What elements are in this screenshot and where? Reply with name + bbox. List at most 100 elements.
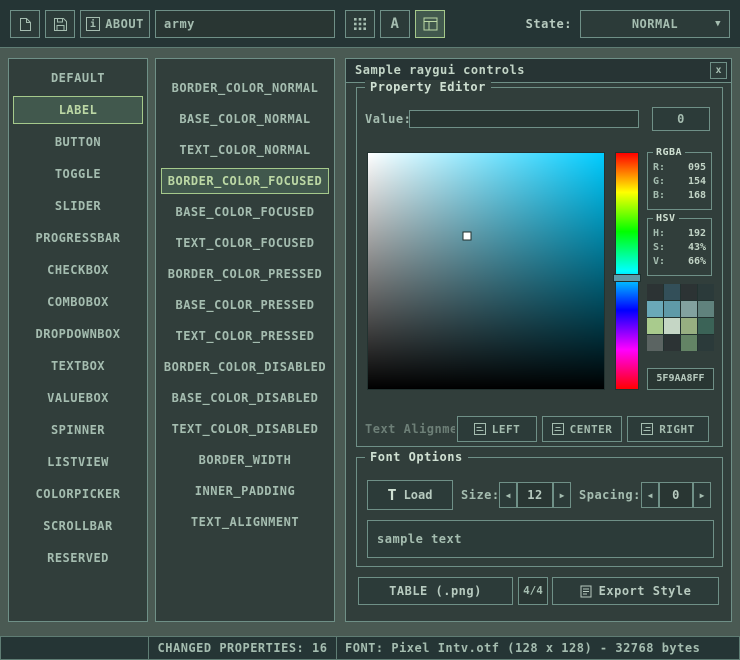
palette-swatch[interactable] [681, 318, 697, 334]
palette-swatch[interactable] [698, 301, 714, 317]
property-value-box[interactable]: 0 [652, 107, 710, 131]
export-style-label: Export Style [599, 584, 692, 598]
control-item-selected[interactable]: LABEL [13, 96, 143, 124]
palette-swatch[interactable] [664, 335, 680, 351]
control-item[interactable]: RESERVED [13, 544, 143, 572]
control-item[interactable]: VALUEBOX [13, 384, 143, 412]
control-item[interactable]: COMBOBOX [13, 288, 143, 316]
control-item[interactable]: CHECKBOX [13, 256, 143, 284]
color-saturation-value-panel[interactable] [367, 152, 605, 390]
new-style-button[interactable] [10, 10, 40, 38]
hsv-group: HSV H:192 S:43% V:66% [647, 218, 712, 276]
property-item[interactable]: BORDER_WIDTH [161, 447, 329, 473]
font-view-button[interactable]: A [380, 10, 410, 38]
control-item[interactable]: SLIDER [13, 192, 143, 220]
palette-swatch[interactable] [647, 284, 663, 300]
property-item[interactable]: BASE_COLOR_PRESSED [161, 292, 329, 318]
rgba-blue-row: B:168 [648, 189, 711, 203]
font-load-button[interactable]: T Load [367, 480, 453, 510]
size-increase-button[interactable]: ▶ [553, 482, 571, 508]
export-table-button[interactable]: TABLE (.png) [358, 577, 513, 605]
property-item[interactable]: BASE_COLOR_FOCUSED [161, 199, 329, 225]
color-picker-cursor[interactable] [464, 232, 471, 239]
property-item-selected[interactable]: BORDER_COLOR_FOCUSED [161, 168, 329, 194]
close-button[interactable]: x [710, 62, 727, 79]
rgba-group: RGBA R:095 G:154 B:168 [647, 152, 712, 210]
align-left-button[interactable]: LEFT [457, 416, 537, 442]
property-item[interactable]: BORDER_COLOR_DISABLED [161, 354, 329, 380]
rgba-label: RGBA [653, 146, 685, 160]
property-item[interactable]: INNER_PADDING [161, 478, 329, 504]
align-center-button[interactable]: CENTER [542, 416, 622, 442]
statusbar-font-info: FONT: Pixel Intv.otf (128 x 128) - 32768… [336, 636, 740, 660]
property-item[interactable]: BASE_COLOR_NORMAL [161, 106, 329, 132]
palette-swatch[interactable] [698, 284, 714, 300]
control-item[interactable]: LISTVIEW [13, 448, 143, 476]
size-value-box[interactable]: 12 [517, 482, 553, 508]
hsv-hue-row: H:192 [648, 227, 711, 241]
property-item[interactable]: BORDER_COLOR_PRESSED [161, 261, 329, 287]
align-left-icon [474, 423, 486, 435]
save-style-button[interactable] [45, 10, 75, 38]
hue-slider[interactable] [615, 152, 639, 390]
control-item[interactable]: BUTTON [13, 128, 143, 156]
property-item[interactable]: TEXT_COLOR_NORMAL [161, 137, 329, 163]
window-title: Sample raygui controls [355, 63, 525, 77]
size-decrease-button[interactable]: ◀ [499, 482, 517, 508]
property-item[interactable]: TEXT_COLOR_PRESSED [161, 323, 329, 349]
palette-swatch[interactable] [647, 301, 663, 317]
control-item[interactable]: COLORPICKER [13, 480, 143, 508]
hsv-label: HSV [653, 212, 679, 226]
palette-swatch[interactable] [664, 284, 680, 300]
sample-controls-window: Sample raygui controls x Property Editor… [345, 58, 732, 622]
spacing-increase-button[interactable]: ▶ [693, 482, 711, 508]
control-item[interactable]: PROGRESSBAR [13, 224, 143, 252]
palette-swatch[interactable] [681, 301, 697, 317]
align-right-button[interactable]: RIGHT [627, 416, 709, 442]
property-item[interactable]: TEXT_ALIGNMENT [161, 509, 329, 535]
palette-swatch[interactable] [698, 318, 714, 334]
property-item[interactable]: TEXT_COLOR_DISABLED [161, 416, 329, 442]
palette-swatch[interactable] [647, 335, 663, 351]
toolbar: i ABOUT A State: NORMAL ▼ [0, 0, 740, 48]
size-label: Size: [461, 480, 500, 510]
palette-swatch[interactable] [664, 318, 680, 334]
align-center-label: CENTER [570, 423, 613, 436]
palette-swatch[interactable] [681, 335, 697, 351]
hue-slider-handle[interactable] [613, 274, 641, 282]
style-name-input[interactable] [155, 10, 335, 38]
style-table-button[interactable] [415, 10, 445, 38]
spacing-decrease-button[interactable]: ◀ [641, 482, 659, 508]
sample-text-box[interactable]: sample text [367, 520, 714, 558]
style-table-icon [423, 17, 438, 31]
control-item[interactable]: TOGGLE [13, 160, 143, 188]
control-item[interactable]: DROPDOWNBOX [13, 320, 143, 348]
rgba-red-row: R:095 [648, 161, 711, 175]
state-dropdown[interactable]: NORMAL ▼ [580, 10, 730, 38]
style-color-palette [647, 284, 714, 351]
control-item[interactable]: DEFAULT [13, 64, 143, 92]
value-label: Value: [365, 110, 411, 128]
palette-swatch[interactable] [681, 284, 697, 300]
export-style-button[interactable]: Export Style [552, 577, 719, 605]
property-editor-group: Property Editor Value: 0 RGBA R:095 G:15… [356, 87, 723, 447]
property-value-input[interactable] [409, 110, 639, 128]
grid-icon [353, 17, 367, 31]
spacing-value-box[interactable]: 0 [659, 482, 693, 508]
info-icon: i [86, 17, 100, 31]
palette-swatch[interactable] [647, 318, 663, 334]
about-button[interactable]: i ABOUT [80, 10, 150, 38]
control-item[interactable]: SCROLLBAR [13, 512, 143, 540]
palette-swatch[interactable] [698, 335, 714, 351]
pages-value-box[interactable]: 4/4 [518, 577, 548, 605]
property-item[interactable]: BORDER_COLOR_NORMAL [161, 75, 329, 101]
control-item[interactable]: TEXTBOX [13, 352, 143, 380]
hex-value-box[interactable]: 5F9AA8FF [647, 368, 714, 390]
property-item[interactable]: BASE_COLOR_DISABLED [161, 385, 329, 411]
about-label: ABOUT [105, 17, 144, 31]
palette-swatch[interactable] [664, 301, 680, 317]
property-item[interactable]: TEXT_COLOR_FOCUSED [161, 230, 329, 256]
grid-view-button[interactable] [345, 10, 375, 38]
align-center-icon [552, 423, 564, 435]
control-item[interactable]: SPINNER [13, 416, 143, 444]
